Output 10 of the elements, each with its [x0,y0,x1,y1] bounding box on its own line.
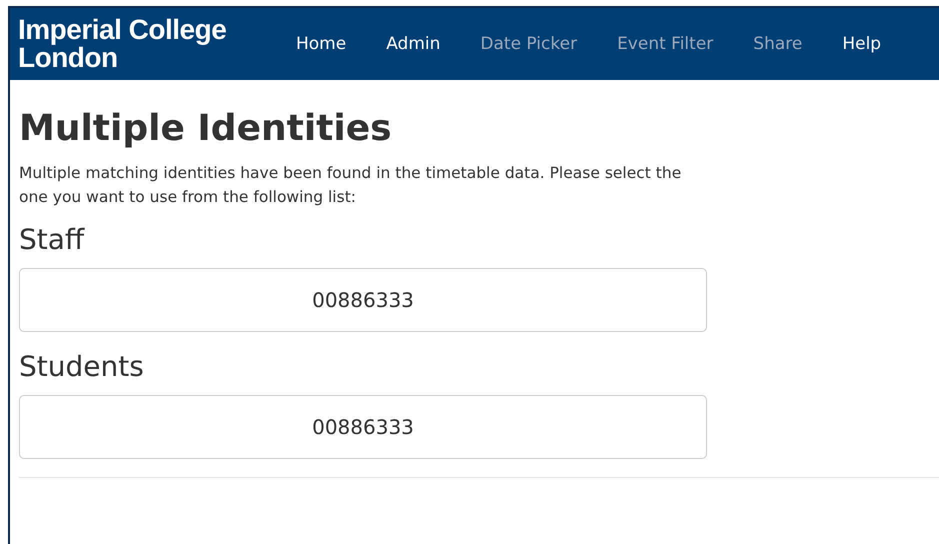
page-title: Multiple Identities [19,108,393,149]
college-logo[interactable]: Imperial College London [18,16,276,72]
intro-text: Multiple matching identities have been found in the timetable data. Please select the one you want to use from the following list: [19,163,682,208]
identity-button[interactable]: 00886333 [19,395,707,459]
nav-link[interactable]: Admin [366,34,460,54]
nav-link[interactable]: Home [276,34,366,54]
nav-link[interactable]: Help [822,34,902,54]
section-heading: Students [19,350,145,383]
section-heading: Staff [19,223,86,256]
identity-button[interactable]: 00886333 [19,268,707,332]
